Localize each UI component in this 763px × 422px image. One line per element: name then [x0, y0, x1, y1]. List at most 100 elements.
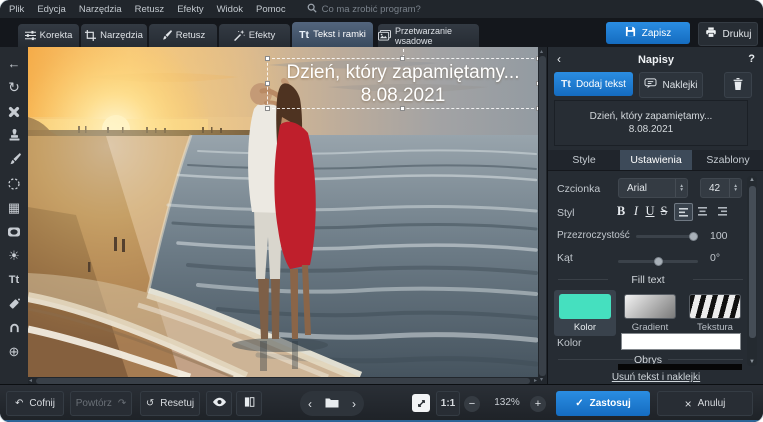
apply-label: Zastosuj — [590, 398, 631, 409]
outline-color-swatch[interactable] — [618, 364, 742, 370]
menu-widok[interactable]: Widok — [217, 4, 243, 15]
fill-texture-tile[interactable]: Tekstura — [684, 290, 746, 336]
selection-handle[interactable] — [265, 81, 270, 86]
fill-color-tile[interactable]: Kolor — [554, 290, 616, 336]
zoom-out-button[interactable]: − — [464, 396, 480, 412]
tab-narzedzia[interactable]: Narzędzia — [81, 24, 147, 47]
align-left-button[interactable] — [674, 203, 693, 221]
mosaic-icon[interactable]: ▦ — [6, 199, 23, 216]
scrollbar-thumb[interactable] — [539, 56, 546, 376]
rotate-icon[interactable]: ↻ — [6, 79, 23, 96]
before-after-button[interactable] — [236, 391, 262, 416]
text-tool-icon[interactable]: Tt — [6, 271, 23, 288]
selection-handle[interactable] — [400, 106, 405, 111]
fill-gradient-tile[interactable]: Gradient — [619, 290, 681, 336]
text-icon: Tt — [299, 29, 309, 41]
selection-handle[interactable] — [265, 56, 270, 61]
help-icon[interactable]: ? — [748, 53, 755, 65]
tab-bar: Korekta Narzędzia Retusz Efekty Tt Tekst… — [0, 18, 763, 47]
save-button[interactable]: Zapisz — [606, 22, 690, 44]
text-selection-box[interactable]: Dzień, który zapamiętamy... 8.08.2021 — [267, 58, 539, 109]
vignette-icon[interactable] — [6, 223, 23, 240]
menu-plik[interactable]: Plik — [9, 4, 24, 15]
tab-efekty[interactable]: Efekty — [219, 24, 290, 47]
target-crosshair-icon[interactable]: ⊕ — [6, 343, 23, 360]
delete-text-stickers-link[interactable]: Usuń tekst i naklejki — [548, 372, 763, 383]
back-arrow-icon[interactable]: ← — [6, 55, 23, 72]
stepper-arrows-icon: ▴▾ — [729, 179, 741, 197]
add-text-button[interactable]: Tt Dodaj tekst — [554, 72, 633, 96]
zoom-in-button[interactable]: + — [530, 396, 546, 412]
menu-narzedzia[interactable]: Narzędzia — [79, 4, 122, 15]
underline-button[interactable]: U — [643, 204, 657, 219]
scroll-down-icon[interactable]: ▼ — [747, 359, 757, 365]
opacity-slider[interactable] — [636, 235, 698, 238]
eraser-icon[interactable] — [6, 295, 23, 312]
next-image-icon[interactable]: › — [352, 397, 356, 411]
angle-slider[interactable] — [618, 260, 698, 263]
healing-patch-icon[interactable] — [6, 103, 23, 120]
selection-handle[interactable] — [265, 106, 270, 111]
font-size-stepper[interactable]: 42 ▴▾ — [700, 178, 742, 198]
stickers-button[interactable]: Naklejki — [639, 72, 703, 98]
opacity-slider-knob[interactable] — [689, 232, 698, 241]
dropdown-arrows-icon: ▴▾ — [675, 179, 687, 197]
tab-label: Ustawienia — [630, 154, 681, 166]
redo-button[interactable]: Powtórz ↷ — [70, 391, 132, 416]
tab-korekta[interactable]: Korekta — [18, 24, 79, 47]
search-input[interactable]: Co ma zrobić program? — [307, 3, 421, 16]
style-label: Styl — [557, 207, 575, 219]
actual-size-button[interactable]: 1:1 — [436, 391, 460, 416]
scroll-up-icon[interactable]: ▲ — [747, 177, 757, 183]
bold-button[interactable]: B — [614, 204, 628, 219]
font-select[interactable]: Arial ▴▾ — [618, 178, 688, 198]
align-center-button[interactable] — [694, 203, 711, 219]
panel-scrollbar[interactable]: ▲ ▼ — [747, 176, 757, 366]
menu-edycja[interactable]: Edycja — [37, 4, 66, 15]
reset-button[interactable]: ↺ Resetuj — [140, 391, 200, 416]
selection-tool-icon[interactable] — [6, 175, 23, 192]
color-value-swatch[interactable] — [621, 333, 741, 350]
tab-label: Retusz — [176, 30, 206, 41]
menu-pomoc[interactable]: Pomoc — [256, 4, 286, 15]
batch-images-icon — [378, 30, 391, 41]
scrollbar-thumb[interactable] — [749, 186, 756, 338]
clone-stamp-icon[interactable] — [6, 127, 23, 144]
tab-retusz[interactable]: Retusz — [149, 24, 217, 47]
preview-eye-button[interactable] — [206, 391, 232, 416]
divider-line — [668, 359, 743, 360]
brightness-sun-icon[interactable]: ☀ — [6, 247, 23, 264]
tab-style[interactable]: Style — [548, 150, 620, 171]
tab-ustawienia[interactable]: Ustawienia — [620, 150, 692, 171]
selection-handle[interactable] — [400, 56, 405, 61]
angle-slider-knob[interactable] — [654, 257, 663, 266]
text-layers-list[interactable]: Dzień, który zapamiętamy... 8.08.2021 — [554, 100, 748, 146]
cancel-button[interactable]: × Anuluj — [657, 391, 753, 416]
save-label: Zapisz — [642, 28, 671, 39]
italic-button[interactable]: I — [629, 204, 643, 219]
layer-text-line1: Dzień, który zapamiętamy... — [555, 110, 747, 123]
opacity-value: 100 — [710, 230, 728, 242]
align-right-button[interactable] — [714, 203, 731, 219]
brush-tool-icon[interactable] — [6, 151, 23, 168]
scroll-down-icon[interactable]: ▾ — [540, 376, 543, 384]
delete-text-button[interactable] — [724, 72, 752, 98]
zebra-texture-swatch — [689, 294, 741, 319]
scroll-up-icon[interactable]: ▴ — [540, 48, 543, 56]
folder-icon[interactable] — [325, 397, 339, 411]
swatch-label: Tekstura — [697, 322, 733, 333]
apply-button[interactable]: ✓ Zastosuj — [556, 391, 650, 416]
tab-szablony[interactable]: Szablony — [692, 150, 763, 171]
print-button[interactable]: Drukuj — [698, 22, 758, 46]
magnetic-curve-icon[interactable] — [6, 319, 23, 336]
tab-przetwarzanie-wsadowe[interactable]: Przetwarzanie wsadowe — [378, 24, 479, 47]
strikethrough-button[interactable]: S — [657, 204, 671, 219]
prev-image-icon[interactable]: ‹ — [308, 397, 312, 411]
fit-to-screen-button[interactable] — [412, 394, 430, 412]
menu-retusz[interactable]: Retusz — [135, 4, 165, 15]
teal-color-swatch — [559, 294, 611, 319]
undo-button[interactable]: ↶ Cofnij — [6, 391, 64, 416]
menu-efekty[interactable]: Efekty — [177, 4, 203, 15]
canvas-vertical-scrollbar[interactable]: ▴ ▾ — [538, 47, 547, 385]
tab-tekst-i-ramki[interactable]: Tt Tekst i ramki — [292, 22, 373, 47]
